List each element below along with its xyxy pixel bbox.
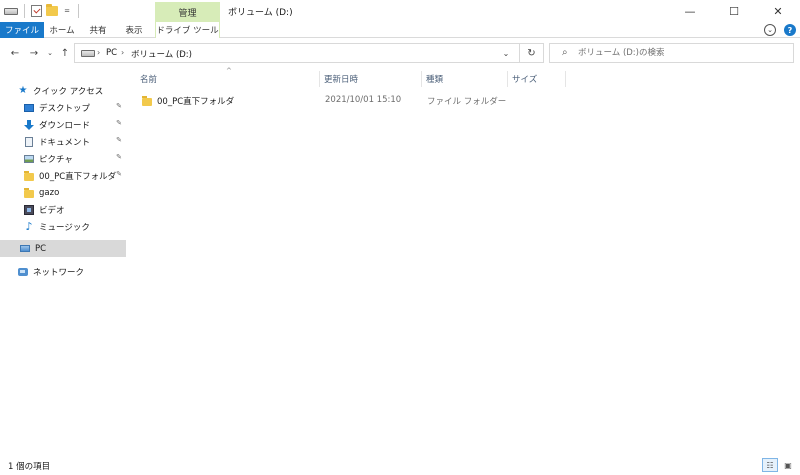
minimize-button[interactable]: —	[668, 0, 712, 22]
nav-item-label: gazo	[39, 187, 60, 198]
video-icon	[24, 204, 34, 215]
tab-drive-tools[interactable]: ドライブ ツール	[155, 22, 220, 38]
nav-item-gazo[interactable]: gazo	[0, 184, 126, 201]
file-modified: 2021/10/01 15:10	[325, 95, 402, 105]
details-view-button[interactable]: ☷	[762, 458, 778, 472]
expand-ribbon-icon[interactable]: ⌄	[764, 24, 776, 36]
navigation-bar: ← → ⌄ ↑ › PC › ボリューム (D:) › ⌄ ↻ ⌕	[0, 40, 800, 66]
large-icons-view-button[interactable]: ▣	[780, 458, 796, 472]
column-header-size[interactable]: サイズ	[508, 71, 566, 87]
new-folder-icon[interactable]	[46, 4, 58, 16]
pin-icon[interactable]: ✎	[116, 170, 122, 178]
nav-item-label: 00_PC直下フォルダ	[39, 171, 117, 182]
pin-icon[interactable]: ✎	[116, 102, 122, 110]
qat-divider	[78, 4, 79, 18]
navigation-pane: ★ クイック アクセス デスクトップ ✎ ダウンロード ✎ ドキュメント ✎ ピ…	[0, 66, 126, 456]
nav-item-label: デスクトップ	[39, 103, 91, 114]
qat-customize-dropdown[interactable]: =	[62, 7, 72, 15]
drive-icon	[4, 7, 18, 15]
view-switcher: ☷ ▣	[762, 458, 796, 472]
nav-item-downloads[interactable]: ダウンロード ✎	[0, 116, 126, 133]
tab-file[interactable]: ファイル	[0, 22, 44, 38]
picture-icon	[24, 154, 34, 163]
forward-button[interactable]: →	[27, 45, 41, 61]
file-type: ファイル フォルダー	[427, 97, 507, 107]
document-icon	[25, 136, 33, 147]
folder-icon	[142, 96, 152, 106]
column-header-type[interactable]: 種類	[422, 71, 508, 87]
nav-item-label: クイック アクセス	[33, 86, 104, 97]
ribbon-right-controls: ⌄ ?	[764, 24, 796, 36]
nav-item-videos[interactable]: ビデオ	[0, 201, 126, 218]
nav-item-label: ダウンロード	[39, 120, 91, 131]
nav-item-pc-root-folder[interactable]: 00_PC直下フォルダ ✎	[0, 167, 126, 184]
qat-divider	[24, 4, 25, 18]
item-count: 1 個の項目	[8, 462, 51, 472]
breadcrumb-pc[interactable]: PC	[106, 48, 117, 58]
back-button[interactable]: ←	[8, 45, 22, 61]
nav-item-label: ピクチャ	[39, 154, 73, 165]
tab-view[interactable]: 表示	[116, 22, 152, 38]
breadcrumb-separator[interactable]: ›	[179, 48, 182, 57]
column-header-modified[interactable]: 更新日時	[320, 71, 422, 87]
recent-locations-button[interactable]: ⌄	[43, 45, 57, 61]
quick-access-toolbar: =	[4, 3, 81, 19]
file-name: 00_PC直下フォルダ	[157, 97, 235, 107]
context-tab-header: 管理	[155, 2, 220, 22]
nav-item-label: PC	[35, 243, 47, 254]
search-box[interactable]: ⌕	[549, 43, 794, 63]
network-icon	[18, 267, 28, 276]
pin-icon[interactable]: ✎	[116, 136, 122, 144]
folder-icon	[24, 187, 34, 198]
help-icon[interactable]: ?	[784, 24, 796, 36]
maximize-button[interactable]: ☐	[712, 0, 756, 22]
download-icon	[24, 119, 34, 130]
nav-item-label: ネットワーク	[33, 267, 85, 278]
drive-icon	[81, 50, 95, 57]
file-list: ^ 名前 更新日時 種類 サイズ 00_PC直下フォルダ 2021/10/01 …	[126, 66, 800, 456]
column-header-name[interactable]: 名前	[136, 71, 320, 87]
search-input[interactable]	[578, 46, 788, 60]
breadcrumb-separator[interactable]: ›	[97, 48, 100, 57]
window-controls: — ☐ ✕	[668, 0, 800, 22]
refresh-button[interactable]: ↻	[519, 44, 543, 62]
nav-item-label: ミュージック	[39, 222, 90, 233]
nav-item-label: ビデオ	[39, 205, 65, 216]
tab-share[interactable]: 共有	[80, 22, 116, 38]
search-icon: ⌕	[562, 47, 568, 58]
desktop-icon	[24, 103, 34, 112]
address-history-dropdown[interactable]: ⌄	[497, 44, 515, 62]
breadcrumb-volume-d[interactable]: ボリューム (D:)	[131, 48, 192, 60]
nav-item-music[interactable]: ♪ ミュージック	[0, 218, 126, 235]
music-icon: ♪	[25, 219, 33, 233]
tab-home[interactable]: ホーム	[44, 22, 80, 38]
ribbon-tabs: ファイル ホーム 共有 表示 ドライブ ツール ⌄ ?	[0, 22, 800, 38]
nav-item-label: ドキュメント	[39, 137, 91, 148]
up-button[interactable]: ↑	[58, 45, 72, 61]
properties-icon[interactable]	[31, 5, 42, 17]
nav-item-documents[interactable]: ドキュメント ✎	[0, 133, 126, 150]
nav-item-quick-access[interactable]: ★ クイック アクセス	[0, 82, 126, 99]
pc-icon	[20, 245, 30, 252]
file-name-cell[interactable]: 00_PC直下フォルダ	[142, 95, 234, 107]
folder-icon	[24, 170, 34, 181]
pin-icon[interactable]: ✎	[116, 153, 122, 161]
nav-item-pictures[interactable]: ピクチャ ✎	[0, 150, 126, 167]
window-title: ボリューム (D:)	[228, 8, 293, 18]
table-row[interactable]: 00_PC直下フォルダ 2021/10/01 15:10 ファイル フォルダー	[136, 93, 556, 110]
nav-item-pc[interactable]: PC	[0, 240, 126, 257]
title-bar: = 管理 ボリューム (D:) — ☐ ✕	[0, 0, 800, 22]
status-bar: 1 個の項目 ☷ ▣	[0, 456, 800, 475]
address-bar[interactable]: › PC › ボリューム (D:) › ⌄ ↻	[74, 43, 544, 63]
nav-item-network[interactable]: ネットワーク	[0, 263, 126, 280]
pin-icon[interactable]: ✎	[116, 119, 122, 127]
nav-item-desktop[interactable]: デスクトップ ✎	[0, 99, 126, 116]
star-icon: ★	[18, 84, 28, 96]
breadcrumb-separator[interactable]: ›	[121, 48, 124, 57]
close-button[interactable]: ✕	[756, 0, 800, 22]
